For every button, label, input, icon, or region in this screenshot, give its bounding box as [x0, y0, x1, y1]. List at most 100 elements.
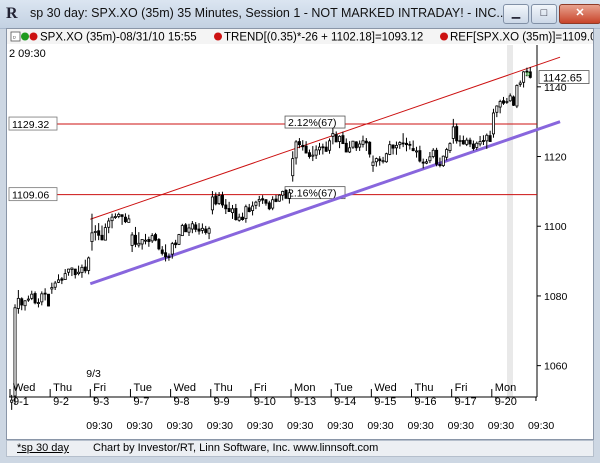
close-button[interactable]: ✕ — [559, 4, 600, 24]
candle-body — [324, 146, 328, 152]
candle-body — [224, 204, 228, 210]
chart-tab[interactable]: *sp 30 day — [17, 442, 69, 454]
candle-body — [394, 144, 398, 149]
candle-body — [475, 142, 479, 148]
time-label: 09:30 — [408, 420, 434, 432]
status-bar: *sp 30 day Chart by Investor/RT, Linn So… — [6, 440, 594, 457]
candle-body — [227, 208, 231, 212]
header-trend: TREND[(0.35)*-26 + 1102.18]=1093.12 — [224, 32, 423, 44]
day-name-label: Fri — [93, 382, 106, 394]
candle-body — [264, 199, 268, 204]
candle-body — [110, 216, 114, 222]
day-date-label: 9-7 — [133, 396, 149, 408]
candle-body — [197, 228, 201, 232]
candle-body — [441, 155, 445, 166]
chart-window: R sp 30 day: SPX.XO (35m) 35 Minutes, Se… — [0, 0, 600, 463]
candle-body — [378, 158, 382, 162]
candle-body — [455, 126, 459, 142]
candle-body — [311, 154, 315, 157]
candle-body — [391, 144, 395, 149]
day-name-label: Wed — [174, 382, 196, 394]
day-date-label: 9-9 — [214, 396, 230, 408]
candle-body — [388, 144, 392, 155]
header-caption: SPX.XO (35m)-08/31/10 15:55 — [40, 32, 197, 44]
y-tick-label: 1080 — [544, 291, 568, 303]
candle-body — [401, 142, 405, 145]
candle-body — [488, 135, 492, 142]
candle-body — [344, 142, 348, 153]
red-dot-icon — [29, 32, 38, 41]
candle-body — [277, 194, 281, 202]
y-tick-label: 1120 — [544, 152, 567, 164]
chart-area[interactable]: ▫ SPX.XO (35m)-08/31/10 15:55 TREND[(0.3… — [6, 28, 600, 440]
day-date-label: 9-8 — [174, 396, 190, 408]
day-name-label: Mon — [495, 382, 516, 394]
candle-body — [461, 140, 465, 145]
candle-body — [77, 271, 81, 275]
candle-body — [157, 239, 161, 250]
day-name-label: Mon — [294, 382, 315, 394]
candle-body — [498, 101, 502, 108]
candle-body — [234, 208, 238, 221]
candle-body — [374, 158, 378, 163]
candle-body — [358, 143, 362, 148]
candle-body — [23, 300, 27, 307]
candle-body — [518, 82, 522, 85]
day-date-label: 9-20 — [495, 396, 517, 408]
trend-dot-icon — [214, 32, 222, 41]
candle-body — [431, 149, 435, 157]
candle-body — [354, 141, 358, 149]
candle-body — [230, 208, 234, 214]
last-price-label: 1142.65 — [543, 73, 582, 85]
day-date-label: 9-15 — [374, 396, 396, 408]
candle-body — [515, 85, 519, 107]
candle-body — [184, 224, 188, 233]
candle-body — [241, 216, 245, 221]
time-label: 09:30 — [167, 420, 193, 432]
candle-body — [284, 189, 288, 199]
candle-body — [254, 201, 258, 206]
candle-body — [508, 95, 512, 102]
candle-body — [314, 149, 318, 156]
candle-body — [287, 192, 291, 199]
candle-body — [167, 256, 171, 258]
candle-body — [50, 287, 54, 290]
candle-body — [154, 234, 158, 241]
candle-body — [26, 298, 30, 301]
candlestick-chart[interactable]: ▫ SPX.XO (35m)-08/31/10 15:55 TREND[(0.3… — [7, 29, 600, 439]
candle-body — [251, 205, 255, 211]
candle-body — [207, 228, 211, 234]
candle-body — [177, 234, 181, 245]
header-subcaption: 2 09:30 — [9, 48, 46, 60]
candle-body — [147, 239, 151, 242]
candle-body — [87, 257, 91, 271]
minimize-button[interactable]: ▁ — [503, 4, 529, 24]
time-label: 9/3 — [86, 368, 101, 380]
candle-body — [180, 225, 184, 237]
candle-body — [83, 266, 87, 272]
candle-body — [150, 235, 154, 242]
candle-body — [130, 234, 134, 246]
candle-body — [294, 141, 298, 159]
candle-body — [107, 220, 111, 228]
candle-body — [297, 141, 301, 146]
window-title: sp 30 day: SPX.XO (35m) 35 Minutes, Sess… — [30, 6, 507, 20]
candle-body — [144, 239, 148, 242]
candle-body — [190, 223, 194, 230]
title-bar[interactable]: R sp 30 day: SPX.XO (35m) 35 Minutes, Se… — [0, 0, 600, 29]
candle-body — [505, 101, 509, 103]
candle-body — [80, 266, 84, 273]
day-name-label: Thu — [415, 382, 434, 394]
candle-body — [428, 156, 432, 162]
candle-body — [140, 239, 144, 245]
maximize-button[interactable]: □ — [531, 4, 557, 24]
candle-body — [301, 144, 305, 148]
time-label: 09:30 — [86, 420, 112, 432]
candle-body — [194, 224, 198, 230]
candle-body — [271, 199, 275, 209]
time-label: 09:30 — [448, 420, 474, 432]
candle-body — [103, 227, 107, 241]
candle-body — [244, 206, 248, 219]
candle-body — [351, 140, 355, 148]
day-name-label: Wed — [13, 382, 35, 394]
